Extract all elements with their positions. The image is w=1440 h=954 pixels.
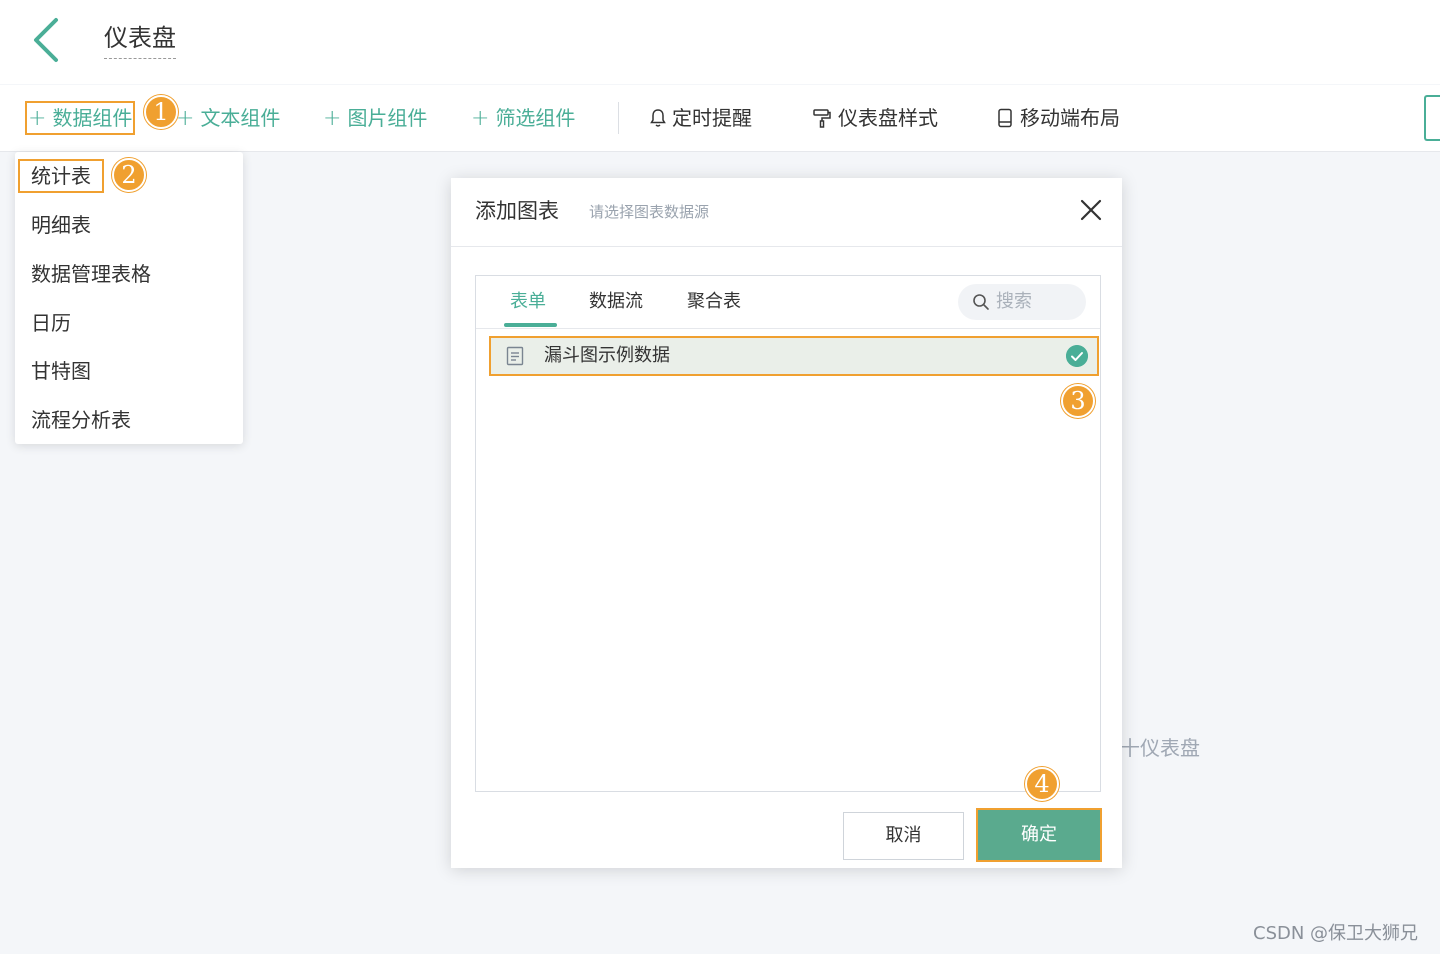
dropdown-item-stat-table[interactable]: 统计表 — [18, 159, 104, 193]
toolbar-right-button[interactable] — [1424, 95, 1440, 141]
data-source-panel: 表单 数据流 聚合表 搜索 漏斗图示例数据 — [475, 275, 1101, 792]
step-badge-4: 4 — [1025, 767, 1059, 801]
toolbar-divider — [618, 102, 619, 134]
mobile-layout-button[interactable]: 移动端布局 — [996, 102, 1120, 134]
step-badge-2: 2 — [112, 158, 146, 192]
page: 仪表盘 + 数据组件 + 文本组件 + 图片组件 + 筛选组件 定时提醒 仪表盘… — [0, 0, 1440, 954]
check-circle-icon — [1066, 345, 1088, 367]
tab-aggregate[interactable]: 聚合表 — [687, 288, 741, 316]
paint-roller-icon — [813, 109, 831, 128]
image-widget-label: 图片组件 — [347, 106, 428, 130]
active-tab-indicator — [504, 323, 557, 327]
source-tabs: 表单 数据流 聚合表 搜索 — [476, 276, 1100, 329]
cancel-button[interactable]: 取消 — [843, 812, 964, 860]
empty-dashboard-hint[interactable]: 十仪表盘 — [1120, 732, 1200, 761]
search-input[interactable]: 搜索 — [958, 284, 1086, 320]
filter-widget-label: 筛选组件 — [495, 106, 576, 130]
close-button[interactable] — [1079, 198, 1103, 222]
plus-icon: + — [28, 106, 47, 131]
dropdown-item-gantt[interactable]: 甘特图 — [31, 355, 91, 387]
bell-icon — [650, 109, 666, 127]
modal-header: 添加图表 请选择图表数据源 — [451, 178, 1122, 247]
dropdown-item-detail-table[interactable]: 明细表 — [31, 209, 91, 241]
back-arrow-icon — [34, 18, 58, 62]
step-badge-1: 1 — [144, 95, 178, 129]
add-data-widget-button[interactable]: + 数据组件 — [24, 101, 136, 135]
search-placeholder: 搜索 — [996, 291, 1032, 312]
plus-icon: + — [323, 106, 342, 131]
reminder-button[interactable]: 定时提醒 — [650, 102, 752, 134]
mobile-layout-label: 移动端布局 — [1020, 106, 1120, 130]
data-widget-dropdown: 统计表 明细表 数据管理表格 日历 甘特图 流程分析表 — [15, 152, 243, 444]
modal-title: 添加图表 — [475, 199, 559, 223]
step-badge-3: 3 — [1061, 384, 1095, 418]
plus-icon: + — [471, 106, 490, 131]
add-image-widget-button[interactable]: + 图片组件 — [323, 102, 427, 134]
dropdown-item-data-management-table[interactable]: 数据管理表格 — [31, 258, 151, 290]
search-icon — [973, 294, 989, 310]
plus-icon: + — [176, 106, 195, 131]
dashboard-style-label: 仪表盘样式 — [838, 106, 938, 130]
dropdown-item-flow-analysis[interactable]: 流程分析表 — [31, 404, 131, 436]
add-chart-modal: 添加图表 请选择图表数据源 表单 数据流 聚合表 搜索 漏斗图示例数据 取消 确… — [451, 178, 1122, 868]
reminder-label: 定时提醒 — [672, 106, 752, 130]
tab-dataflow[interactable]: 数据流 — [589, 288, 643, 316]
confirm-button[interactable]: 确定 — [976, 808, 1102, 862]
modal-subtitle: 请选择图表数据源 — [589, 203, 710, 221]
dashboard-style-button[interactable]: 仪表盘样式 — [812, 102, 938, 134]
data-widget-label: 数据组件 — [52, 106, 133, 130]
mobile-icon — [998, 108, 1012, 128]
document-icon — [506, 346, 524, 366]
close-icon — [1080, 199, 1102, 221]
back-button[interactable] — [30, 16, 66, 64]
text-widget-label: 文本组件 — [200, 106, 281, 130]
watermark: CSDN @保卫大狮兄 — [1253, 923, 1419, 944]
list-item-label: 漏斗图示例数据 — [544, 345, 670, 366]
add-text-widget-button[interactable]: + 文本组件 — [176, 102, 280, 134]
dropdown-item-calendar[interactable]: 日历 — [31, 307, 71, 339]
toolbar: + 数据组件 + 文本组件 + 图片组件 + 筛选组件 定时提醒 仪表盘样式 移… — [0, 85, 1440, 152]
tab-form[interactable]: 表单 — [510, 288, 546, 316]
list-item[interactable]: 漏斗图示例数据 — [489, 336, 1099, 376]
header: 仪表盘 — [0, 0, 1440, 84]
add-filter-widget-button[interactable]: + 筛选组件 — [471, 102, 575, 134]
page-title[interactable]: 仪表盘 — [104, 22, 176, 59]
